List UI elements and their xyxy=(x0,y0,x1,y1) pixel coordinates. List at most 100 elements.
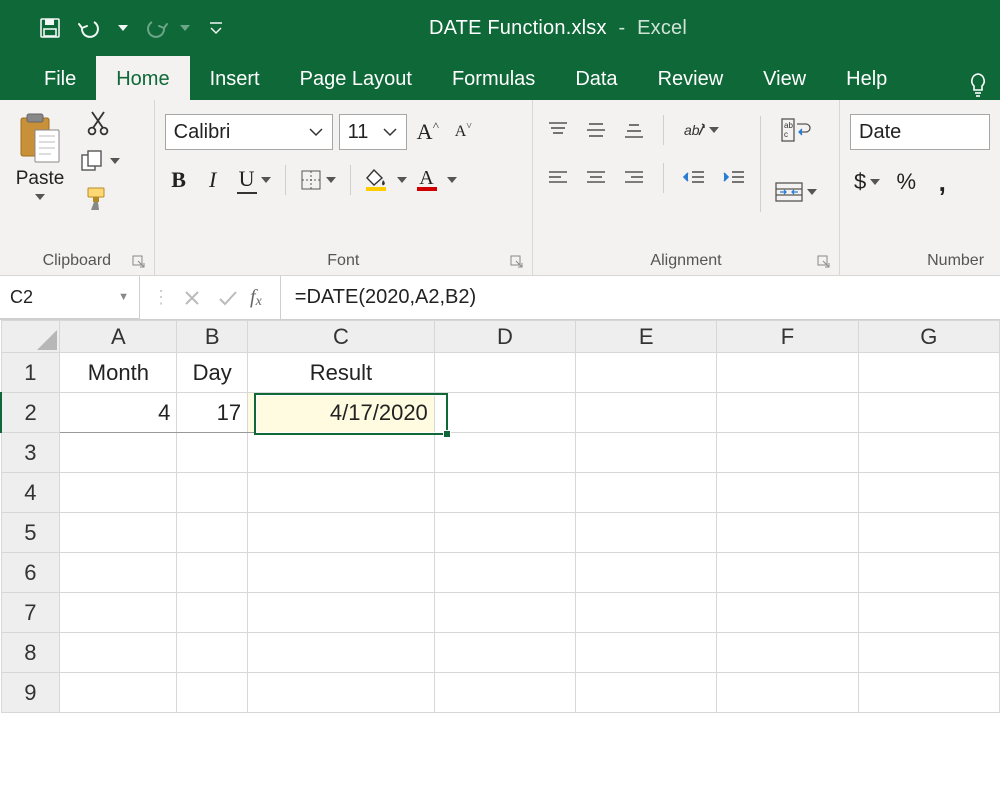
col-header-A[interactable]: A xyxy=(60,321,177,353)
row-header-4[interactable]: 4 xyxy=(1,473,60,513)
cell-B4[interactable] xyxy=(177,473,248,513)
cell-E5[interactable] xyxy=(576,513,717,553)
cell-E4[interactable] xyxy=(576,473,717,513)
fx-icon[interactable]: fx xyxy=(250,286,268,309)
cell-F7[interactable] xyxy=(717,593,858,633)
cell-A6[interactable] xyxy=(60,553,177,593)
cell-C3[interactable] xyxy=(248,433,435,473)
cell-D7[interactable] xyxy=(434,593,575,633)
tab-view[interactable]: View xyxy=(743,56,826,100)
cell-B3[interactable] xyxy=(177,433,248,473)
borders-button[interactable] xyxy=(296,164,340,196)
row-header-9[interactable]: 9 xyxy=(1,673,60,713)
tab-data[interactable]: Data xyxy=(555,56,637,100)
cell-F2[interactable] xyxy=(717,393,858,433)
decrease-font-button[interactable]: A˅ xyxy=(449,116,477,148)
align-bottom-button[interactable] xyxy=(619,114,649,146)
cell-D3[interactable] xyxy=(434,433,575,473)
tab-home[interactable]: Home xyxy=(96,56,189,100)
cell-B1[interactable]: Day xyxy=(177,353,248,393)
row-header-3[interactable]: 3 xyxy=(1,433,60,473)
orientation-button[interactable]: ab xyxy=(678,114,723,146)
cell-B8[interactable] xyxy=(177,633,248,673)
cell-D2[interactable] xyxy=(434,393,575,433)
redo-button[interactable] xyxy=(134,8,174,48)
tab-formulas[interactable]: Formulas xyxy=(432,56,555,100)
tell-me-icon[interactable] xyxy=(956,72,1000,100)
row-header-1[interactable]: 1 xyxy=(1,353,60,393)
formula-input[interactable]: =DATE(2020,A2,B2) xyxy=(281,276,1000,319)
row-header-6[interactable]: 6 xyxy=(1,553,60,593)
cell-E2[interactable] xyxy=(576,393,717,433)
cell-B2[interactable]: 17 xyxy=(177,393,248,433)
name-box[interactable]: C2 ▼ xyxy=(0,276,140,319)
comma-format-button[interactable]: , xyxy=(928,166,956,198)
col-header-B[interactable]: B xyxy=(177,321,248,353)
increase-font-button[interactable]: A˄ xyxy=(413,116,444,148)
percent-format-button[interactable]: % xyxy=(892,166,920,198)
accounting-format-button[interactable]: $ xyxy=(850,166,884,198)
cell-A3[interactable] xyxy=(60,433,177,473)
cell-A8[interactable] xyxy=(60,633,177,673)
select-all-corner[interactable] xyxy=(1,321,60,353)
col-header-F[interactable]: F xyxy=(717,321,858,353)
cell-F1[interactable] xyxy=(717,353,858,393)
font-color-dropdown[interactable] xyxy=(447,177,457,183)
cell-B5[interactable] xyxy=(177,513,248,553)
cut-button[interactable] xyxy=(76,107,120,139)
cell-D9[interactable] xyxy=(434,673,575,713)
cell-A1[interactable]: Month xyxy=(60,353,177,393)
cell-A7[interactable] xyxy=(60,593,177,633)
wrap-text-button[interactable]: abc xyxy=(771,114,821,146)
cell-G6[interactable] xyxy=(858,553,999,593)
italic-button[interactable]: I xyxy=(199,164,227,196)
cell-G8[interactable] xyxy=(858,633,999,673)
cell-D1[interactable] xyxy=(434,353,575,393)
row-header-7[interactable]: 7 xyxy=(1,593,60,633)
col-header-D[interactable]: D xyxy=(434,321,575,353)
align-center-button[interactable] xyxy=(581,162,611,194)
alignment-dialog-launcher[interactable] xyxy=(817,255,833,271)
underline-button[interactable]: U xyxy=(233,164,275,196)
cell-C8[interactable] xyxy=(248,633,435,673)
undo-dropdown[interactable] xyxy=(114,8,132,48)
row-header-2[interactable]: 2 xyxy=(1,393,60,433)
undo-button[interactable] xyxy=(72,8,112,48)
tab-file[interactable]: File xyxy=(24,56,96,100)
cell-E6[interactable] xyxy=(576,553,717,593)
cell-A5[interactable] xyxy=(60,513,177,553)
fill-color-button[interactable] xyxy=(361,164,391,196)
tab-review[interactable]: Review xyxy=(638,56,744,100)
bold-button[interactable]: B xyxy=(165,164,193,196)
cell-F9[interactable] xyxy=(717,673,858,713)
align-left-button[interactable] xyxy=(543,162,573,194)
cell-A9[interactable] xyxy=(60,673,177,713)
cell-E1[interactable] xyxy=(576,353,717,393)
align-right-button[interactable] xyxy=(619,162,649,194)
cell-D4[interactable] xyxy=(434,473,575,513)
col-header-C[interactable]: C xyxy=(248,321,435,353)
save-button[interactable] xyxy=(30,8,70,48)
enter-formula-button[interactable] xyxy=(214,282,242,314)
cell-F3[interactable] xyxy=(717,433,858,473)
align-top-button[interactable] xyxy=(543,114,573,146)
cell-F4[interactable] xyxy=(717,473,858,513)
clipboard-dialog-launcher[interactable] xyxy=(132,255,148,271)
cell-F6[interactable] xyxy=(717,553,858,593)
cell-G3[interactable] xyxy=(858,433,999,473)
fill-color-dropdown[interactable] xyxy=(397,177,407,183)
format-painter-button[interactable] xyxy=(76,183,120,215)
cell-C5[interactable] xyxy=(248,513,435,553)
font-dialog-launcher[interactable] xyxy=(510,255,526,271)
spreadsheet-grid[interactable]: A B C D E F G 1 Month Day Result 2 xyxy=(0,320,1000,713)
cell-E7[interactable] xyxy=(576,593,717,633)
cell-G4[interactable] xyxy=(858,473,999,513)
font-family-combo[interactable]: Calibri xyxy=(165,114,333,150)
col-header-G[interactable]: G xyxy=(858,321,999,353)
font-color-button[interactable]: A xyxy=(413,164,441,196)
cancel-formula-button[interactable] xyxy=(178,282,206,314)
cell-G9[interactable] xyxy=(858,673,999,713)
cell-D8[interactable] xyxy=(434,633,575,673)
tab-insert[interactable]: Insert xyxy=(190,56,280,100)
tab-page-layout[interactable]: Page Layout xyxy=(280,56,432,100)
